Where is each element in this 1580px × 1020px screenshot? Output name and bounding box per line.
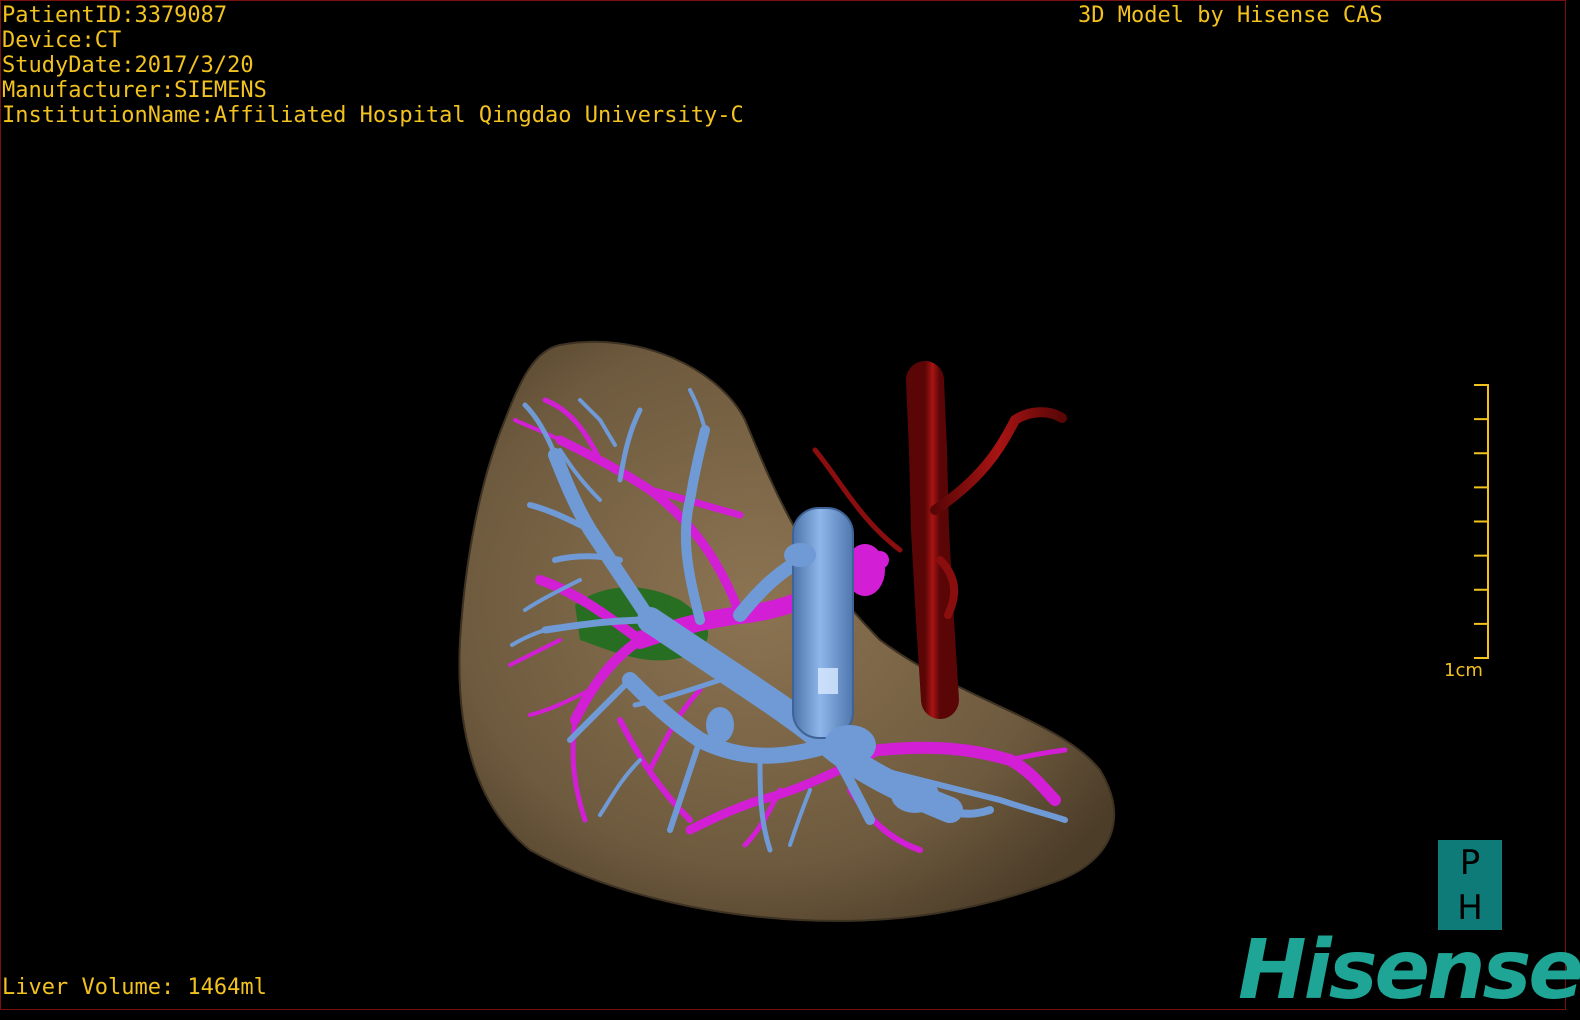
patient-id-text: PatientID:3379087 bbox=[2, 3, 228, 28]
portal-vein-bulb bbox=[784, 543, 816, 567]
study-date-text: StudyDate:2017/3/20 bbox=[2, 53, 254, 78]
scale-bar-label: 1cm bbox=[1444, 660, 1483, 681]
orientation-cube-icon[interactable]: P H bbox=[1438, 840, 1502, 930]
manufacturer-text: Manufacturer:SIEMENS bbox=[2, 78, 267, 103]
portal-vein-bulb bbox=[891, 777, 939, 813]
portal-vein-bulb bbox=[706, 707, 734, 743]
portal-vein-bulb bbox=[824, 725, 876, 765]
liver-volume-text: Liver Volume: 1464ml bbox=[2, 975, 267, 1000]
model-credit-text: 3D Model by Hisense CAS bbox=[1078, 3, 1383, 28]
3d-liver-model-view[interactable] bbox=[0, 0, 1580, 1020]
orientation-bottom-label: H bbox=[1457, 887, 1483, 928]
hisense-logo: Hisense bbox=[1238, 923, 1580, 1018]
institution-text: InstitutionName:Affiliated Hospital Qing… bbox=[2, 103, 744, 128]
study-info-overlay: PatientID:3379087 Device:CT StudyDate:20… bbox=[2, 3, 744, 128]
device-text: Device:CT bbox=[2, 28, 122, 53]
scale-bar bbox=[1474, 384, 1489, 659]
orientation-top-label: P bbox=[1459, 842, 1481, 883]
inferior-vena-cava bbox=[792, 507, 854, 739]
